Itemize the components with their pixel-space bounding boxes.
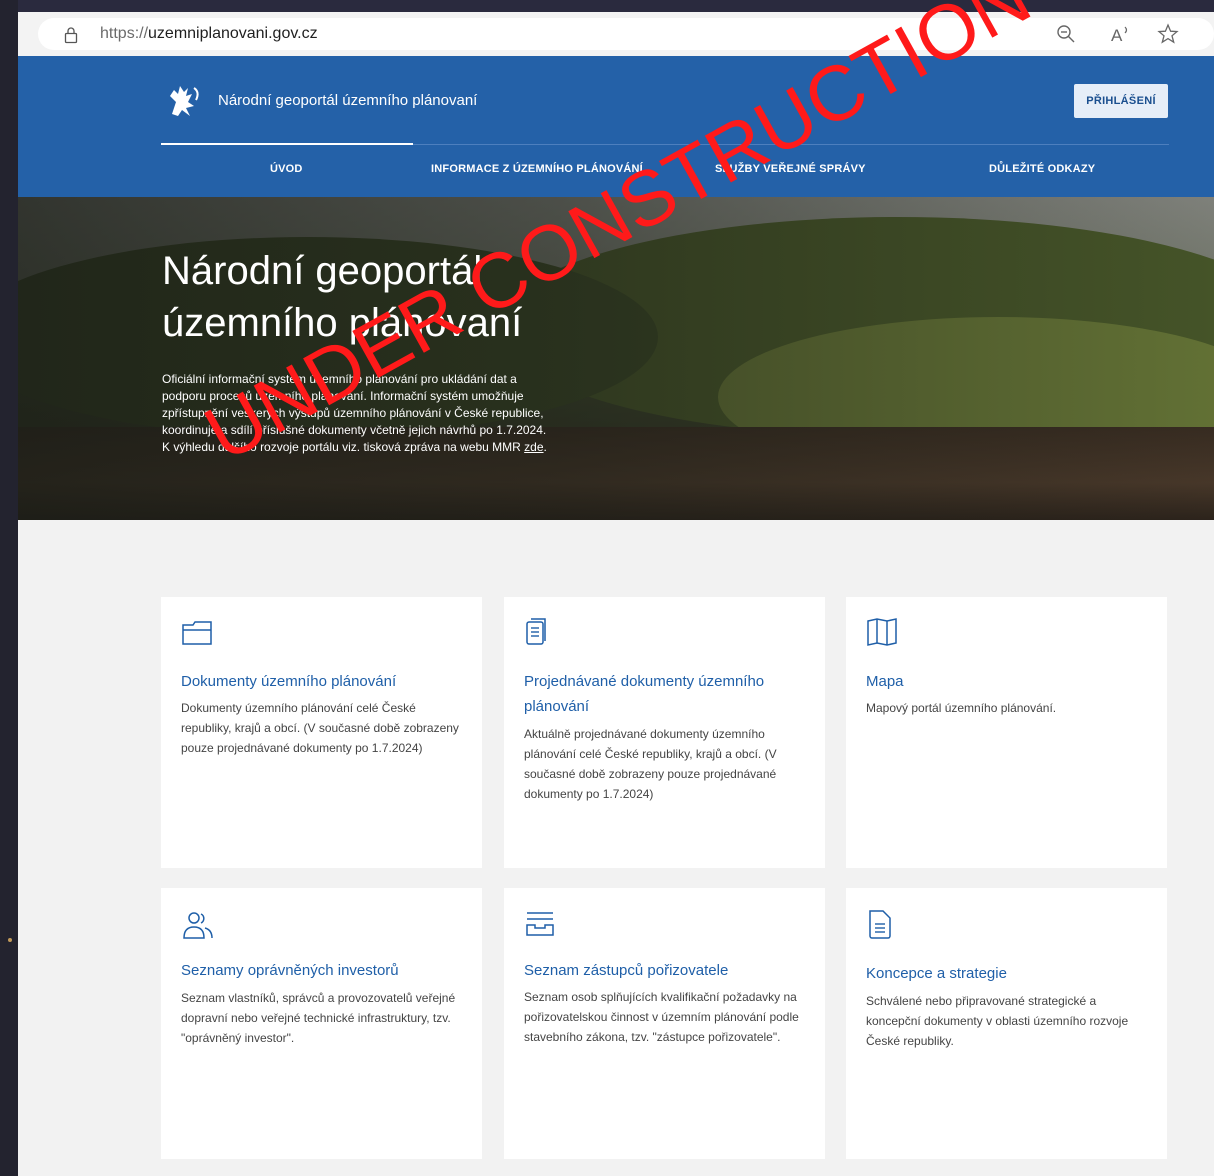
card-description: Mapový portál územního plánování. [866,701,1057,715]
card-title[interactable]: Mapa [866,669,1156,694]
url-scheme: https:// [100,25,149,42]
site-title[interactable]: Národní geoportál územního plánovaní [218,92,477,109]
card-investori[interactable]: Seznamy oprávněných investorů Seznam vla… [161,888,482,1159]
card-projednavane[interactable]: Projednávané dokumenty územního plánován… [504,597,825,868]
document-list-icon [526,618,546,645]
hero-description: Oficiální informační systém územního plá… [162,371,612,456]
site-header: Národní geoportál územního plánovaní PŘI… [18,56,1214,197]
press-release-link[interactable]: zde [524,440,543,454]
card-dokumenty[interactable]: Dokumenty územního plánování Dokumenty ú… [161,597,482,868]
nav-item-sluzby[interactable]: SLUŽBY VEŘEJNÉ SPRÁVY [715,163,866,175]
hero-title: Národní geoportál územního plánovaní [162,245,682,349]
nav-active-indicator [161,143,413,145]
window-frame-top [0,0,1214,12]
content-area: Dokumenty územního plánování Dokumenty ú… [18,520,1214,1176]
zoom-out-icon[interactable] [1054,22,1078,46]
card-description: Seznam osob splňujících kvalifikační pož… [524,990,799,1044]
document-text-icon [869,910,891,939]
login-button[interactable]: PŘIHLÁŠENÍ [1074,84,1168,118]
card-title[interactable]: Dokumenty územního plánování [181,669,471,694]
favorite-star-icon[interactable] [1156,22,1180,46]
decorative-dot [8,938,12,942]
map-icon [867,618,897,646]
nav-item-informace[interactable]: INFORMACE Z ÚZEMNÍHO PLÁNOVÁNÍ [431,163,643,175]
card-title[interactable]: Seznam zástupců pořizovatele [524,958,814,983]
url-host: uzemniplanovani.gov.cz [148,25,318,42]
card-description: Seznam vlastníků, správců a provozovatel… [181,991,456,1045]
nav-item-odkazy[interactable]: DŮLEŽITÉ ODKAZY [989,163,1095,175]
folder-icon [182,621,212,645]
hero-text-line: zpřístupnění veškerých výstupů územního … [162,406,544,420]
card-mapa[interactable]: Mapa Mapový portál územního plánování. [846,597,1167,868]
read-aloud-icon[interactable]: A [1108,22,1132,46]
card-title[interactable]: Projednávané dokumenty územního plánován… [524,669,814,719]
hero-text-line: K výhledu dalšího rozvoje portálu viz. t… [162,440,525,454]
users-icon [183,912,213,939]
inbox-icon [526,912,554,936]
lock-icon[interactable] [62,26,80,44]
card-koncepce[interactable]: Koncepce a strategie Schválené nebo přip… [846,888,1167,1159]
hero-text-suffix: . [543,440,547,454]
hero-text-line: podporu procesů územního plánování. Info… [162,389,524,403]
hero-text-line: Oficiální informační systém územního plá… [162,372,517,386]
card-zastupci[interactable]: Seznam zástupců pořizovatele Seznam osob… [504,888,825,1159]
card-description: Dokumenty územního plánování celé České … [181,701,459,755]
hero-banner: Národní geoportál územního plánovaní Ofi… [18,197,1214,520]
browser-toolbar: https://uzemniplanovani.gov.cz A [18,12,1214,56]
card-title[interactable]: Seznamy oprávněných investorů [181,958,471,983]
svg-text:A: A [1111,26,1123,45]
card-description: Schválené nebo připravované strategické … [866,994,1129,1048]
url-text[interactable]: https://uzemniplanovani.gov.cz [100,25,318,43]
card-description: Aktuálně projednávané dokumenty územního… [524,727,777,801]
hero-title-line2: územního plánovaní [162,301,523,345]
window-side-strip [0,0,18,1176]
hero-title-line1: Národní geoportál [162,249,483,293]
czech-lion-logo-icon[interactable] [164,82,204,118]
hero-text-line: koordinuje a sdílí příslušné dokumenty v… [162,423,547,437]
nav-item-uvod[interactable]: ÚVOD [270,163,303,175]
card-title[interactable]: Koncepce a strategie [866,961,1156,986]
